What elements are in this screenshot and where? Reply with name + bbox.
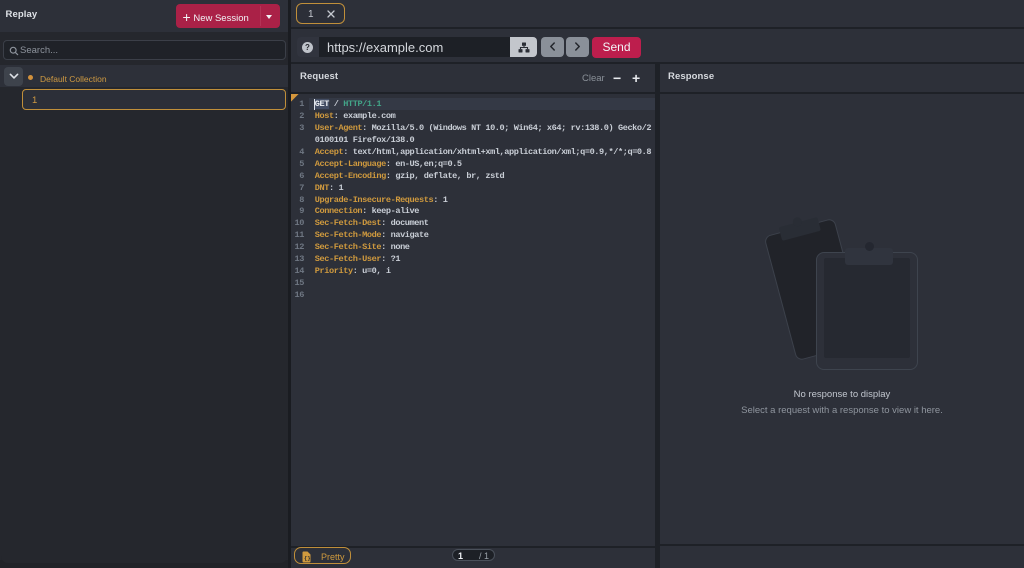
svg-text:{}: {} bbox=[304, 555, 311, 562]
